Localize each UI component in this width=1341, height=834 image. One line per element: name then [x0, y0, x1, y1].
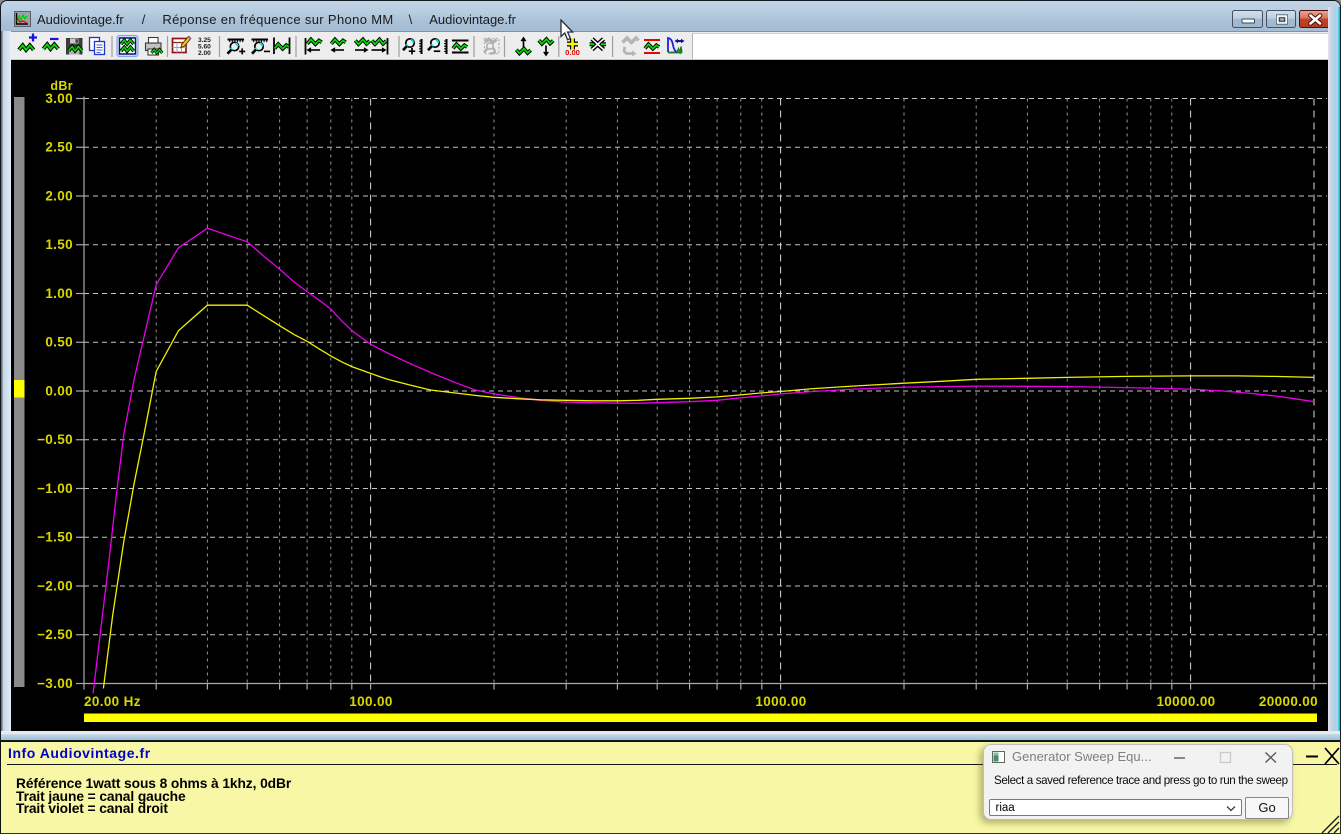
- svg-text:1000.00: 1000.00: [755, 694, 806, 709]
- svg-text:2.50: 2.50: [45, 140, 73, 155]
- svg-text:20000.00: 20000.00: [1259, 694, 1318, 709]
- svg-text:−0.50: −0.50: [37, 432, 73, 447]
- svg-text:−2.00: −2.00: [37, 578, 73, 593]
- svg-text:20.00 Hz: 20.00 Hz: [84, 694, 141, 709]
- svg-text:2.00: 2.00: [198, 50, 211, 57]
- svg-text:100.00: 100.00: [349, 694, 392, 709]
- svg-text:−1.00: −1.00: [37, 481, 73, 496]
- svg-text:−2.50: −2.50: [37, 627, 73, 642]
- svg-text:−1.50: −1.50: [37, 530, 73, 545]
- svg-text:1.00: 1.00: [45, 286, 73, 301]
- svg-text:0.00: 0.00: [565, 48, 580, 57]
- svg-text:−3.00: −3.00: [37, 676, 73, 691]
- svg-text:10000.00: 10000.00: [1156, 694, 1215, 709]
- svg-text:2.00: 2.00: [45, 188, 73, 203]
- svg-text:0.00: 0.00: [45, 383, 73, 398]
- svg-text:0.50: 0.50: [45, 335, 73, 350]
- svg-text:1.50: 1.50: [45, 237, 73, 252]
- svg-text:3.00: 3.00: [45, 91, 73, 106]
